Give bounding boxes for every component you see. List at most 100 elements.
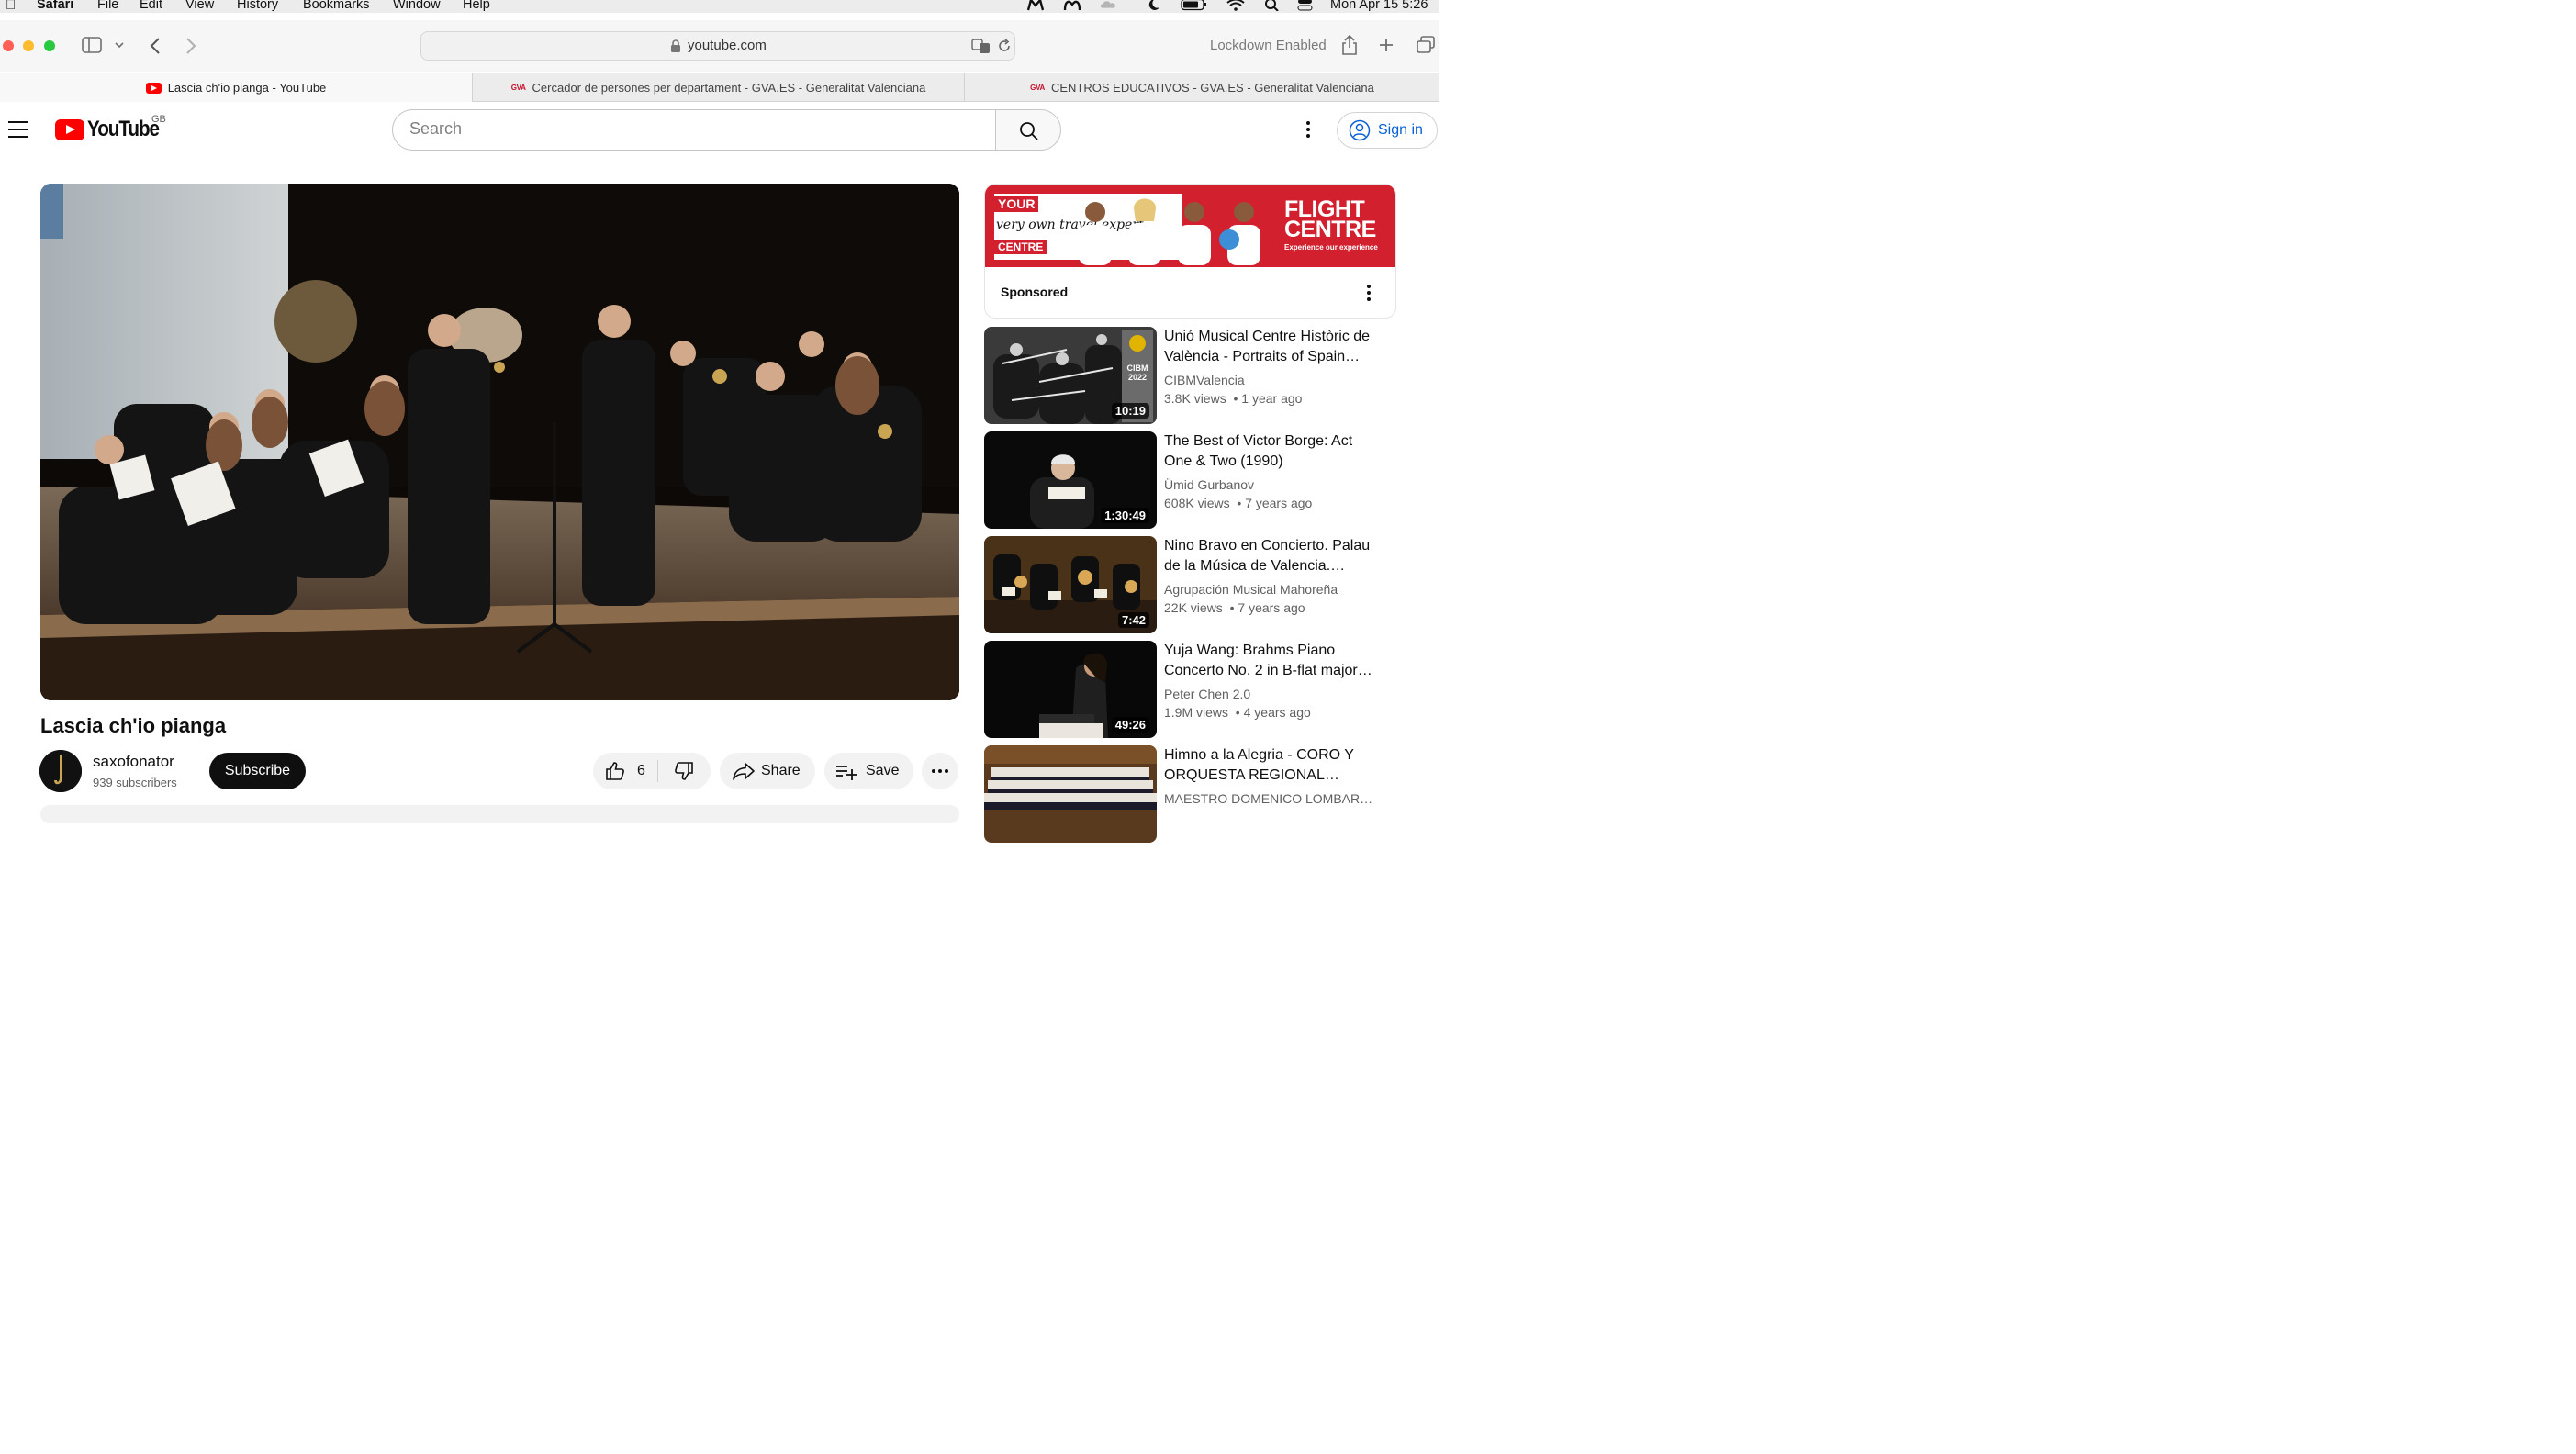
menu-help[interactable]: Help: [463, 0, 490, 12]
cloud-icon[interactable]: [1100, 0, 1118, 11]
menu-file[interactable]: File: [97, 0, 118, 12]
save-button[interactable]: Save: [824, 753, 913, 789]
video-title[interactable]: The Best of Victor Borge: Act One & Two …: [1164, 431, 1373, 472]
video-thumbnail[interactable]: 7:42: [984, 536, 1157, 633]
sign-in-button[interactable]: Sign in: [1337, 112, 1438, 149]
video-title: Lascia ch'io pianga: [40, 714, 227, 737]
tab-gva-cercador[interactable]: GVA Cercador de persones per departament…: [472, 73, 964, 102]
menu-edit[interactable]: Edit: [140, 0, 162, 12]
malwarebytes-icon[interactable]: [1063, 0, 1081, 11]
video-meta: 1.9M views • 4 years ago: [1164, 705, 1311, 720]
moon-icon[interactable]: [1144, 0, 1162, 11]
share-arrow-icon: [733, 763, 755, 780]
tab-title: Lascia ch'io pianga - YouTube: [167, 81, 327, 95]
ad-brand: FLIGHT CENTRE: [1284, 196, 1376, 242]
close-window-button[interactable]: [3, 40, 14, 51]
video-thumbnail[interactable]: 49:26: [984, 641, 1157, 738]
chevron-down-icon[interactable]: [114, 41, 125, 49]
channel-name[interactable]: CIBMValencia: [1164, 373, 1373, 387]
video-thumbnail[interactable]: [984, 745, 1157, 843]
view-count: 608K views: [1164, 496, 1230, 510]
video-title[interactable]: Nino Bravo en Concierto. Palau de la Mús…: [1164, 536, 1373, 576]
search-icon: [1020, 122, 1038, 140]
minimize-window-button[interactable]: [23, 40, 34, 51]
apple-menu-icon[interactable]: : [6, 0, 16, 13]
dislike-button[interactable]: [658, 753, 710, 789]
youtube-wordmark[interactable]: YouTube: [87, 117, 160, 142]
menu-clock[interactable]: Mon Apr 15 5:26: [1330, 0, 1428, 12]
thumbs-up-icon: [606, 762, 624, 780]
recommended-video[interactable]: Himno a la Alegria - CORO Y ORQUESTA REG…: [984, 745, 1434, 843]
reload-icon[interactable]: [997, 39, 1012, 53]
menu-view[interactable]: View: [185, 0, 214, 12]
back-icon[interactable]: [149, 37, 162, 55]
forward-icon[interactable]: [185, 37, 197, 55]
view-count: 3.8K views: [1164, 391, 1226, 406]
recommended-video[interactable]: 7:42 Nino Bravo en Concierto. Palau de l…: [984, 536, 1434, 633]
more-actions-button[interactable]: [922, 753, 958, 789]
menu-app-name[interactable]: Safari: [37, 0, 73, 12]
recommended-video[interactable]: 1:30:49 The Best of Victor Borge: Act On…: [984, 431, 1434, 529]
channel-name[interactable]: Ümid Gurbanov: [1164, 477, 1373, 492]
video-thumbnail[interactable]: CIBM 2022 10:19: [984, 327, 1157, 424]
video-frame-concert: [40, 184, 959, 700]
tab-youtube[interactable]: Lascia ch'io pianga - YouTube: [0, 73, 472, 102]
settings-more-icon[interactable]: [1305, 121, 1312, 140]
view-count: 1.9M views: [1164, 705, 1229, 720]
tab-overview-icon[interactable]: [1416, 36, 1436, 54]
recommended-video[interactable]: 49:26 Yuja Wang: Brahms Piano Concerto N…: [984, 641, 1434, 738]
country-code: GB: [151, 114, 166, 125]
sign-in-label: Sign in: [1378, 122, 1423, 138]
video-thumbnail[interactable]: 1:30:49: [984, 431, 1157, 529]
share-button[interactable]: Share: [720, 753, 815, 789]
share-icon[interactable]: [1341, 35, 1358, 55]
channel-name[interactable]: Agrupación Musical Mahoreña: [1164, 582, 1373, 597]
menu-hamburger-icon[interactable]: [8, 121, 28, 143]
m-logo-status-icon[interactable]: [1026, 0, 1045, 11]
tab-gva-centros[interactable]: GVA CENTROS EDUCATIVOS - GVA.ES - Genera…: [964, 73, 1439, 102]
sidebar-toggle-icon[interactable]: [82, 37, 102, 53]
channel-name[interactable]: saxofonator: [93, 753, 174, 771]
menu-window[interactable]: Window: [393, 0, 441, 12]
new-tab-icon[interactable]: [1379, 38, 1394, 52]
channel-avatar[interactable]: [39, 750, 82, 792]
ad-more-icon[interactable]: [1366, 285, 1372, 304]
video-player[interactable]: [40, 184, 959, 700]
upload-age: 7 years ago: [1245, 496, 1313, 510]
description-box[interactable]: [40, 805, 959, 823]
ad-text-centre: CENTRE: [994, 240, 1047, 254]
url-text[interactable]: youtube.com: [688, 38, 767, 53]
video-title[interactable]: Unió Musical Centre Històric de València…: [1164, 327, 1373, 367]
menu-history[interactable]: History: [237, 0, 278, 12]
youtube-icon: [145, 82, 162, 94]
tab-title: Cercador de persones per departament - G…: [532, 81, 926, 95]
menu-bookmarks[interactable]: Bookmarks: [303, 0, 370, 12]
video-title[interactable]: Yuja Wang: Brahms Piano Concerto No. 2 i…: [1164, 641, 1373, 681]
control-center-icon[interactable]: [1296, 0, 1315, 11]
tab-title: CENTROS EDUCATIVOS - GVA.ES - Generalita…: [1051, 81, 1374, 95]
svg-text:2022: 2022: [1128, 373, 1147, 382]
subscribe-button[interactable]: Subscribe: [209, 753, 306, 789]
video-title[interactable]: Himno a la Alegria - CORO Y ORQUESTA REG…: [1164, 745, 1373, 786]
search-button[interactable]: [995, 109, 1061, 151]
ad-people-image: [1079, 198, 1260, 265]
channel-name[interactable]: MAESTRO DOMENICO LOMBAR…: [1164, 791, 1373, 806]
battery-icon[interactable]: [1181, 0, 1208, 11]
subscribe-label: Subscribe: [224, 763, 291, 778]
channel-name[interactable]: Peter Chen 2.0: [1164, 687, 1373, 701]
video-meta: 608K views • 7 years ago: [1164, 496, 1313, 510]
translate-icon[interactable]: [971, 38, 991, 54]
view-count: 22K views: [1164, 600, 1223, 615]
recommended-video[interactable]: CIBM 2022 10:19 Unió Musical Centre Hist…: [984, 327, 1434, 424]
video-duration: 7:42: [1117, 612, 1149, 628]
account-icon: [1349, 119, 1371, 141]
youtube-logo-icon[interactable]: [55, 119, 84, 140]
wifi-icon[interactable]: [1226, 0, 1245, 11]
spotlight-icon[interactable]: [1263, 0, 1282, 11]
zoom-window-button[interactable]: [44, 40, 55, 51]
ad-banner[interactable]: YOUR very own travel expert CENTRE FLIGH…: [985, 185, 1395, 267]
gva-icon: GVA: [1030, 84, 1045, 92]
search-input[interactable]: [409, 119, 979, 139]
lock-icon: [671, 39, 680, 52]
like-button[interactable]: 6: [593, 753, 657, 789]
